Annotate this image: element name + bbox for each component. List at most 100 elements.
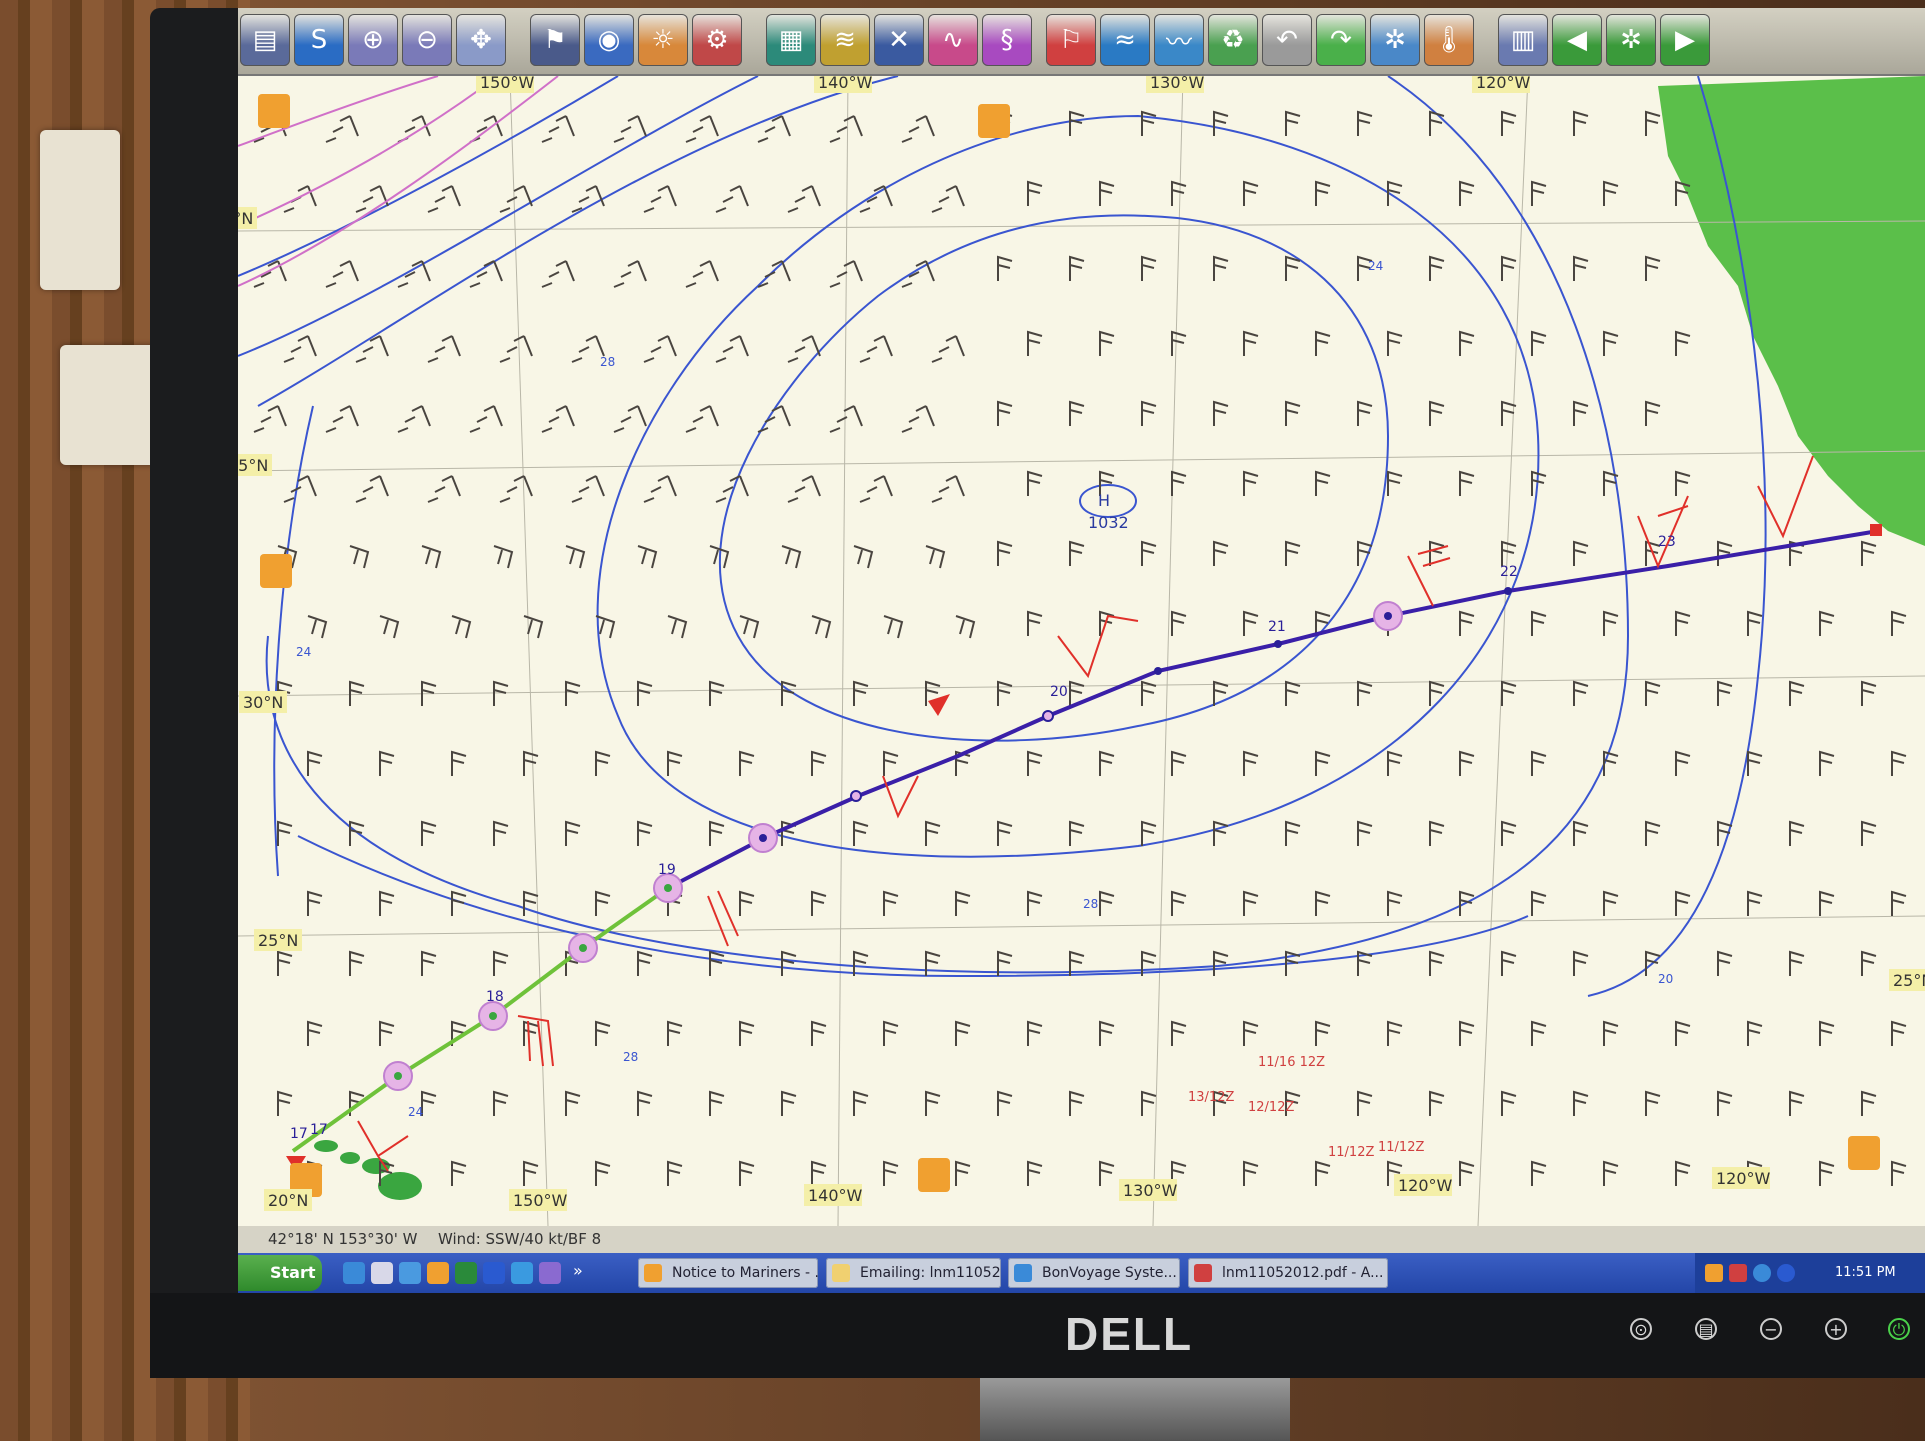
longitude-label: 120°W xyxy=(1476,76,1531,92)
wind-flag-icon[interactable]: ⚐ xyxy=(1046,14,1096,66)
security-icon[interactable] xyxy=(1777,1264,1795,1282)
route-day-label: 22 xyxy=(1500,564,1518,580)
play-forward-icon[interactable]: ▶ xyxy=(1660,14,1710,66)
undo-icon[interactable]: ↶ xyxy=(1262,14,1312,66)
route-day-label: 17 xyxy=(310,1122,328,1138)
route-icon[interactable]: S xyxy=(294,14,344,66)
taskbar-item[interactable]: BonVoyage Syste... xyxy=(1008,1258,1180,1288)
other-vessel-label: 11/12Z xyxy=(1328,1145,1374,1160)
gear-icon[interactable]: ✲ xyxy=(1370,14,1420,66)
longitude-label: 150°W xyxy=(480,76,535,92)
longitude-label: 140°W xyxy=(808,1186,863,1205)
other-vessel-label: 11/12Z xyxy=(1378,1140,1424,1155)
current-icon[interactable]: § xyxy=(982,14,1032,66)
high-pressure-value: 1032 xyxy=(1088,513,1129,532)
taskbar-item-label: Notice to Mariners - ... xyxy=(672,1265,818,1281)
isobar-label: 24 xyxy=(296,645,311,659)
taskbar-item[interactable]: Emailing: lnm1105201... xyxy=(826,1258,1001,1288)
tray-icon[interactable] xyxy=(1729,1264,1747,1282)
latitude-label: 25°N xyxy=(1893,971,1925,990)
globe-icon[interactable]: ◉ xyxy=(584,14,634,66)
thermometer-icon[interactable]: 🌡 xyxy=(1424,14,1474,66)
animate-icon[interactable]: ✲ xyxy=(1606,14,1656,66)
play-back-icon[interactable]: ◀ xyxy=(1552,14,1602,66)
desktop-quick-icon[interactable] xyxy=(371,1262,393,1284)
taskbar-item-label: BonVoyage Syste... xyxy=(1042,1265,1177,1281)
wall-outlet xyxy=(40,130,120,290)
monitor-plus-button[interactable]: + xyxy=(1825,1318,1847,1340)
route-day-label: 20 xyxy=(1050,684,1068,700)
longitude-label: 120°W xyxy=(1398,1176,1453,1195)
other-vessel-label: 11/16 12Z xyxy=(1258,1055,1325,1070)
app-quick-icon[interactable] xyxy=(539,1262,561,1284)
taskbar-item[interactable]: Notice to Mariners - ... xyxy=(638,1258,818,1288)
chart-book-icon[interactable]: ▤ xyxy=(240,14,290,66)
wind-readout: Wind: SSW/40 kt/BF 8 xyxy=(438,1230,602,1248)
isobar-label: 28 xyxy=(600,355,615,369)
isobar-label: 28 xyxy=(623,1050,638,1064)
latitude-label: 20°N xyxy=(268,1191,308,1210)
latitude-label: 35°N xyxy=(238,456,268,475)
cursor-position: 42°18' N 153°30' W xyxy=(268,1230,418,1248)
isobar-icon[interactable]: ≋ xyxy=(820,14,870,66)
route-day-label: 21 xyxy=(1268,619,1286,635)
monitor-menu-button[interactable]: ▤ xyxy=(1695,1318,1717,1340)
browser-quick-icon[interactable] xyxy=(399,1262,421,1284)
zoom-out-icon[interactable]: ⊖ xyxy=(402,14,452,66)
monitor-chin xyxy=(150,1293,1925,1378)
monitor-brand-logo: DELL xyxy=(1065,1308,1194,1360)
internet-quick-icon[interactable] xyxy=(511,1262,533,1284)
other-vessel-label: 13/12Z xyxy=(1188,1090,1234,1105)
wave-icon[interactable]: ∿ xyxy=(928,14,978,66)
app-icon xyxy=(832,1264,850,1282)
zoom-in-icon[interactable]: ⊕ xyxy=(348,14,398,66)
route-day-label: 23 xyxy=(1658,534,1676,550)
route-day-label: 17 xyxy=(290,1126,308,1142)
folder-quick-icon[interactable] xyxy=(427,1262,449,1284)
status-bar: 42°18' N 153°30' W Wind: SSW/40 kt/BF 8 xyxy=(238,1226,1925,1253)
swell-icon[interactable]: 〰 xyxy=(1154,14,1204,66)
app-icon xyxy=(1014,1264,1032,1282)
no-route-icon[interactable]: ✕ xyxy=(874,14,924,66)
windows-taskbar: Start » Notice to Mariners - ... Emailing… xyxy=(238,1253,1925,1293)
app-icon xyxy=(644,1264,662,1282)
toolbar: ▤ S ⊕ ⊖ ✥ ⚑ ◉ ☼ ⚙ ▦ ≋ ✕ ∿ § ⚐ ≈ 〰 ♻ ↶ ↷ ✲ 🌡 ▥ ◀ ✲ ▶ xyxy=(238,8,1925,76)
table-icon[interactable]: ▥ xyxy=(1498,14,1548,66)
route-day-label: 18 xyxy=(486,989,504,1005)
weather-icon[interactable]: ☼ xyxy=(638,14,688,66)
latitude-label: 30°N xyxy=(243,693,283,712)
recycle-icon[interactable]: ♻ xyxy=(1208,14,1258,66)
isobar-label: 24 xyxy=(1368,259,1383,273)
map-icon[interactable]: ▦ xyxy=(766,14,816,66)
redo-icon[interactable]: ↷ xyxy=(1316,14,1366,66)
longitude-label: 130°W xyxy=(1123,1181,1178,1200)
sea-state-icon[interactable]: ≈ xyxy=(1100,14,1150,66)
power-icon[interactable]: ⏻ xyxy=(1888,1318,1910,1340)
weather-routing-map[interactable]: 150°W 140°W 130°W 120°W 150°W 140°W 130°W 120°W… xyxy=(238,76,1925,1226)
excel-quick-icon[interactable] xyxy=(455,1262,477,1284)
taskbar-item-label: lnm11052012.pdf - A... xyxy=(1222,1265,1384,1281)
other-vessel-label: 12/12Z xyxy=(1248,1100,1294,1115)
monitor-stand xyxy=(980,1378,1290,1441)
app-icon xyxy=(1194,1264,1212,1282)
ie-quick-icon[interactable] xyxy=(343,1262,365,1284)
monitor-minus-button[interactable]: − xyxy=(1760,1318,1782,1340)
tray-icon[interactable] xyxy=(1705,1264,1723,1282)
taskbar-item-label: Emailing: lnm1105201... xyxy=(860,1265,1001,1281)
system-tray: 11:51 PM xyxy=(1695,1253,1925,1293)
isobar-label: 28 xyxy=(1083,897,1098,911)
word-quick-icon[interactable] xyxy=(483,1262,505,1284)
monitor-input-button[interactable]: ⊙ xyxy=(1630,1318,1652,1340)
latitude-label: 40°N xyxy=(238,209,253,228)
ocean xyxy=(238,76,1925,1226)
flag-icon[interactable]: ⚑ xyxy=(530,14,580,66)
longitude-label: 130°W xyxy=(1150,76,1205,92)
wind-rose-icon[interactable]: ✥ xyxy=(456,14,506,66)
network-icon[interactable] xyxy=(1753,1264,1771,1282)
route-day-label: 19 xyxy=(658,862,676,878)
more-quick-launch[interactable]: » xyxy=(573,1261,583,1280)
taskbar-item[interactable]: lnm11052012.pdf - A... xyxy=(1188,1258,1388,1288)
start-button[interactable]: Start xyxy=(238,1255,322,1291)
latitude-label: 25°N xyxy=(258,931,298,950)
settings-icon[interactable]: ⚙ xyxy=(692,14,742,66)
